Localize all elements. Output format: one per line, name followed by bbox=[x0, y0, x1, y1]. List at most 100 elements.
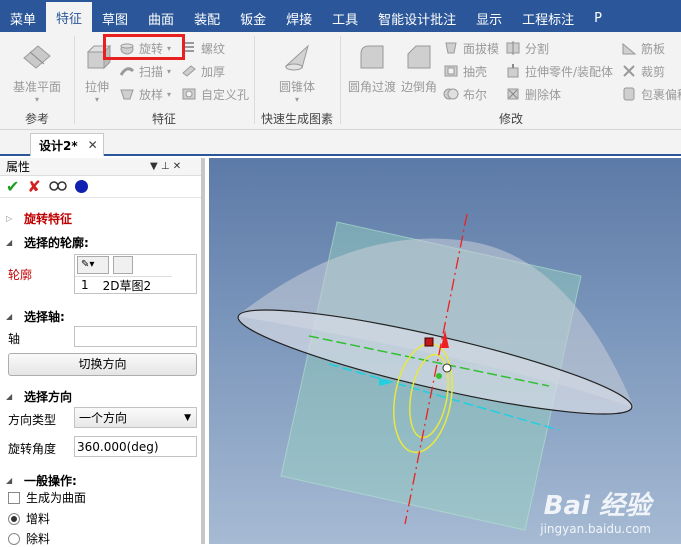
menu-tab[interactable]: 钣金 bbox=[230, 4, 276, 32]
menu-tab[interactable]: 草图 bbox=[92, 4, 138, 32]
preview-icon[interactable] bbox=[49, 178, 67, 195]
add-label: 增料 bbox=[26, 512, 51, 526]
document-tab[interactable]: 设计2* ✕ bbox=[30, 133, 104, 156]
shell-icon bbox=[443, 63, 459, 79]
profile-box[interactable]: ✎▾ 1 2D草图2 bbox=[74, 254, 197, 294]
extrude-label: 拉伸 bbox=[84, 80, 109, 94]
group-modify-label: 修改 bbox=[498, 112, 523, 126]
sweep-label: 扫描 bbox=[139, 64, 164, 79]
thicken-icon bbox=[181, 63, 197, 79]
menu-tab[interactable]: 焊接 bbox=[276, 4, 322, 32]
rib-label: 筋板 bbox=[641, 41, 666, 56]
group-quick-label: 快速生成图素 bbox=[260, 112, 333, 126]
section-profile[interactable]: ◢ 选择的轮廓: bbox=[0, 232, 89, 252]
boolean-icon bbox=[443, 86, 459, 102]
menu-tab[interactable]: 特征 bbox=[46, 2, 93, 32]
loft-icon bbox=[119, 86, 135, 102]
panel-toolbar: ✔ ✘ bbox=[0, 176, 201, 198]
fillet-icon bbox=[360, 45, 384, 69]
fillet-label: 圆角过渡 bbox=[347, 80, 396, 94]
watermark-url: jingyan.baidu.com bbox=[540, 522, 651, 536]
custom-hole-button[interactable]: 自定义孔 bbox=[181, 84, 249, 104]
section-general[interactable]: ◢ 一般操作: bbox=[0, 470, 77, 490]
extrude-part-button[interactable]: 拉伸零件/装配体 bbox=[505, 61, 613, 81]
sketch-edit-icon[interactable]: ✎▾ bbox=[77, 256, 109, 274]
menu-tab[interactable]: 菜单 bbox=[0, 4, 46, 32]
split-button[interactable]: 分割 bbox=[505, 38, 549, 58]
rib-button[interactable]: 筋板 bbox=[621, 38, 665, 58]
delete-body-button[interactable]: 删除体 bbox=[505, 84, 561, 104]
chevron-down-icon: ▼ bbox=[184, 412, 191, 423]
group-reference-label: 参考 bbox=[24, 112, 49, 126]
cone-icon bbox=[284, 44, 309, 71]
thicken-button[interactable]: 加厚 bbox=[181, 61, 225, 81]
menu-tab[interactable]: 装配 bbox=[184, 4, 230, 32]
feature-title: 旋转特征 bbox=[24, 211, 73, 226]
remove-material-option[interactable]: 除料 bbox=[8, 530, 50, 547]
3d-viewport[interactable]: Bai 经验 jingyan.baidu.com bbox=[209, 158, 681, 544]
add-material-option[interactable]: 增料 bbox=[8, 510, 50, 527]
close-icon[interactable]: ✕ bbox=[88, 138, 98, 152]
add-radio[interactable] bbox=[8, 512, 20, 525]
boolean-button[interactable]: 布尔 bbox=[443, 84, 487, 104]
cone-button[interactable]: 圆锥体 ▾ bbox=[269, 36, 325, 104]
group-feature-label: 特征 bbox=[151, 112, 176, 126]
menu-tab[interactable]: 显示 bbox=[466, 4, 512, 32]
datum-plane-button[interactable]: 基准平面 ▾ bbox=[6, 36, 68, 104]
trim-button[interactable]: 裁剪 bbox=[621, 61, 665, 81]
menu-tab[interactable]: 智能设计批注 bbox=[368, 4, 466, 32]
axis-input[interactable] bbox=[74, 326, 197, 347]
angle-input[interactable]: 360.000(deg) bbox=[74, 436, 197, 457]
cancel-icon[interactable]: ✘ bbox=[27, 177, 40, 196]
remove-radio[interactable] bbox=[8, 532, 20, 545]
direction-type-value: 一个方向 bbox=[79, 411, 128, 425]
extrude-part-icon bbox=[505, 63, 521, 79]
section-direction[interactable]: ◢ 选择方向 bbox=[0, 386, 72, 406]
trim-icon bbox=[621, 63, 637, 79]
sweep-button[interactable]: 扫描 ▾ bbox=[119, 61, 171, 81]
as-surface-label: 生成为曲面 bbox=[26, 491, 87, 505]
panel-controls[interactable]: ▼ ⊥ ✕ bbox=[150, 161, 181, 172]
property-panel: 属性 ▼ ⊥ ✕ ✔ ✘ ▷ 旋转特征 ◢ 选择的轮廓: 轮廓 ✎▾ 1 2D草图… bbox=[0, 158, 205, 547]
flip-direction-button[interactable]: 切换方向 bbox=[8, 353, 197, 376]
rib-icon bbox=[621, 40, 637, 56]
profile-label: 轮廓 bbox=[8, 268, 33, 282]
menu-tab[interactable]: P bbox=[584, 4, 612, 32]
ok-icon[interactable]: ✔ bbox=[6, 177, 19, 196]
wrap-label: 包裹偏移 bbox=[641, 87, 681, 102]
chamfer-button[interactable]: 边倒角 bbox=[401, 36, 437, 95]
loft-button[interactable]: 放样 ▾ bbox=[119, 84, 171, 104]
custom-hole-label: 自定义孔 bbox=[201, 87, 250, 102]
as-surface-checkbox[interactable] bbox=[8, 491, 20, 504]
handle-point[interactable] bbox=[436, 373, 442, 379]
group-modify: 圆角过渡 边倒角 面拔模 抽壳 布尔 分割 拉伸零件/装配体 删除体 筋板 裁剪… bbox=[341, 32, 681, 130]
remove-label: 除料 bbox=[26, 532, 51, 546]
helix-button[interactable]: 螺纹 bbox=[181, 38, 225, 58]
section-axis[interactable]: ◢ 选择轴: bbox=[0, 306, 65, 326]
menu-bar: 菜单 特征 草图 曲面 装配 钣金 焊接 工具 智能设计批注 显示 工程标注 P bbox=[0, 0, 681, 32]
trim-label: 裁剪 bbox=[641, 64, 666, 79]
profile-item-index: 1 bbox=[81, 278, 89, 292]
group-reference: 基准平面 ▾ 参考 bbox=[0, 32, 74, 130]
as-surface-option[interactable]: 生成为曲面 bbox=[8, 489, 86, 506]
shell-button[interactable]: 抽壳 bbox=[443, 61, 487, 81]
handle-square[interactable] bbox=[424, 337, 434, 347]
chamfer-label: 边倒角 bbox=[401, 80, 438, 94]
direction-section-title: 选择方向 bbox=[24, 389, 73, 404]
rotate-handle[interactable] bbox=[442, 363, 452, 373]
sketch-pick-icon[interactable] bbox=[113, 256, 133, 274]
wrap-button[interactable]: 包裹偏移 bbox=[621, 84, 681, 104]
menu-tab[interactable]: 工具 bbox=[322, 4, 368, 32]
menu-tab[interactable]: 曲面 bbox=[138, 4, 184, 32]
cone-label: 圆锥体 bbox=[278, 80, 315, 94]
direction-type-select[interactable]: 一个方向 ▼ bbox=[74, 407, 197, 428]
color-icon[interactable] bbox=[74, 180, 88, 193]
delete-body-label: 删除体 bbox=[525, 87, 562, 102]
draft-button[interactable]: 面拔模 bbox=[443, 38, 499, 58]
profile-item[interactable]: 1 2D草图2 bbox=[75, 276, 172, 293]
menu-tab[interactable]: 工程标注 bbox=[512, 4, 584, 32]
profile-section-title: 选择的轮廓: bbox=[24, 235, 89, 250]
draft-label: 面拔模 bbox=[463, 41, 500, 56]
chamfer-icon bbox=[407, 45, 431, 69]
fillet-button[interactable]: 圆角过渡 bbox=[347, 36, 397, 95]
